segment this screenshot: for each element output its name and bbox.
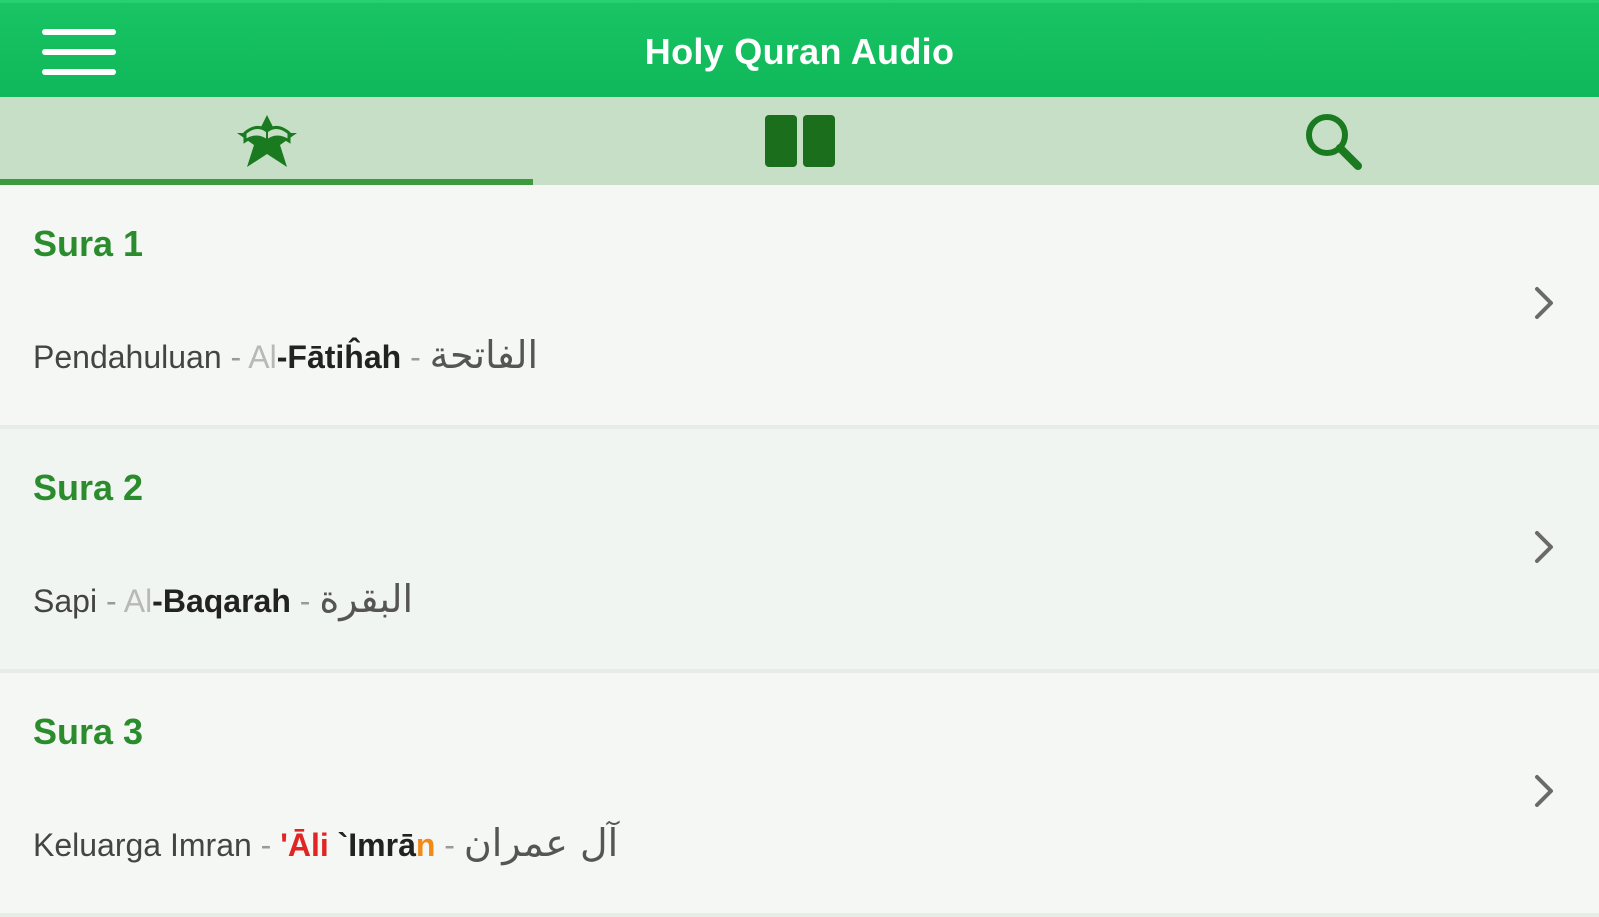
list-item[interactable]: Sura 1 Pendahuluan - Al-Fātiĥah - الفاتح… bbox=[0, 185, 1599, 429]
separator: - bbox=[444, 827, 455, 863]
chevron-right-icon bbox=[1535, 531, 1553, 563]
sura-title: Sura 1 bbox=[33, 223, 144, 264]
separator: - bbox=[105, 583, 117, 619]
sura-subtitle: Keluarga Imran - 'Āli `Imrān - آل عمران bbox=[33, 821, 618, 865]
sura-transliteration-prefix: Al bbox=[248, 339, 277, 375]
separator: - bbox=[410, 339, 421, 375]
app-title: Holy Quran Audio bbox=[644, 31, 955, 72]
tab-bar bbox=[0, 97, 1599, 185]
sura-subtitle: Pendahuluan - Al-Fātiĥah - الفاتحة bbox=[33, 333, 538, 377]
sura-transliteration-suffix: n bbox=[415, 827, 436, 863]
tab-search[interactable] bbox=[1066, 97, 1599, 185]
sura-title: Sura 3 bbox=[33, 711, 144, 752]
app-header: Holy Quran Audio bbox=[0, 0, 1599, 97]
sura-translation: Pendahuluan bbox=[33, 339, 222, 375]
sura-subtitle: Sapi - Al-Baqarah - البقرة bbox=[33, 577, 413, 621]
sura-translation: Sapi bbox=[33, 583, 98, 619]
tab-reader[interactable] bbox=[533, 97, 1066, 185]
sura-arabic-name: الفاتحة bbox=[429, 333, 539, 377]
chevron-right-icon bbox=[1535, 287, 1553, 319]
search-icon bbox=[1305, 114, 1362, 170]
sura-arabic-name: البقرة bbox=[319, 577, 414, 621]
separator: - bbox=[299, 583, 311, 619]
quran-book-star-icon bbox=[236, 115, 297, 167]
list-item[interactable]: Sura 3 Keluarga Imran - 'Āli `Imrān - آل… bbox=[0, 673, 1599, 917]
sura-transliteration-prefix: 'Āli bbox=[280, 827, 329, 863]
sura-transliteration: -Baqarah bbox=[152, 583, 291, 619]
chevron-right-icon bbox=[1535, 775, 1553, 807]
open-book-icon bbox=[764, 115, 835, 167]
sura-transliteration-prefix: Al bbox=[123, 583, 153, 619]
sura-translation: Keluarga Imran bbox=[33, 827, 252, 863]
tab-quran[interactable] bbox=[0, 97, 533, 185]
separator: - bbox=[260, 827, 272, 863]
sura-transliteration: -Fātiĥah bbox=[276, 339, 402, 375]
list-item[interactable]: Sura 2 Sapi - Al-Baqarah - البقرة bbox=[0, 429, 1599, 673]
sura-title: Sura 2 bbox=[33, 467, 144, 508]
sura-arabic-name: آل عمران bbox=[463, 821, 619, 865]
sura-transliteration: `Imrā bbox=[337, 827, 416, 863]
sura-list: Sura 1 Pendahuluan - Al-Fātiĥah - الفاتح… bbox=[0, 185, 1599, 917]
separator: - bbox=[230, 339, 242, 375]
